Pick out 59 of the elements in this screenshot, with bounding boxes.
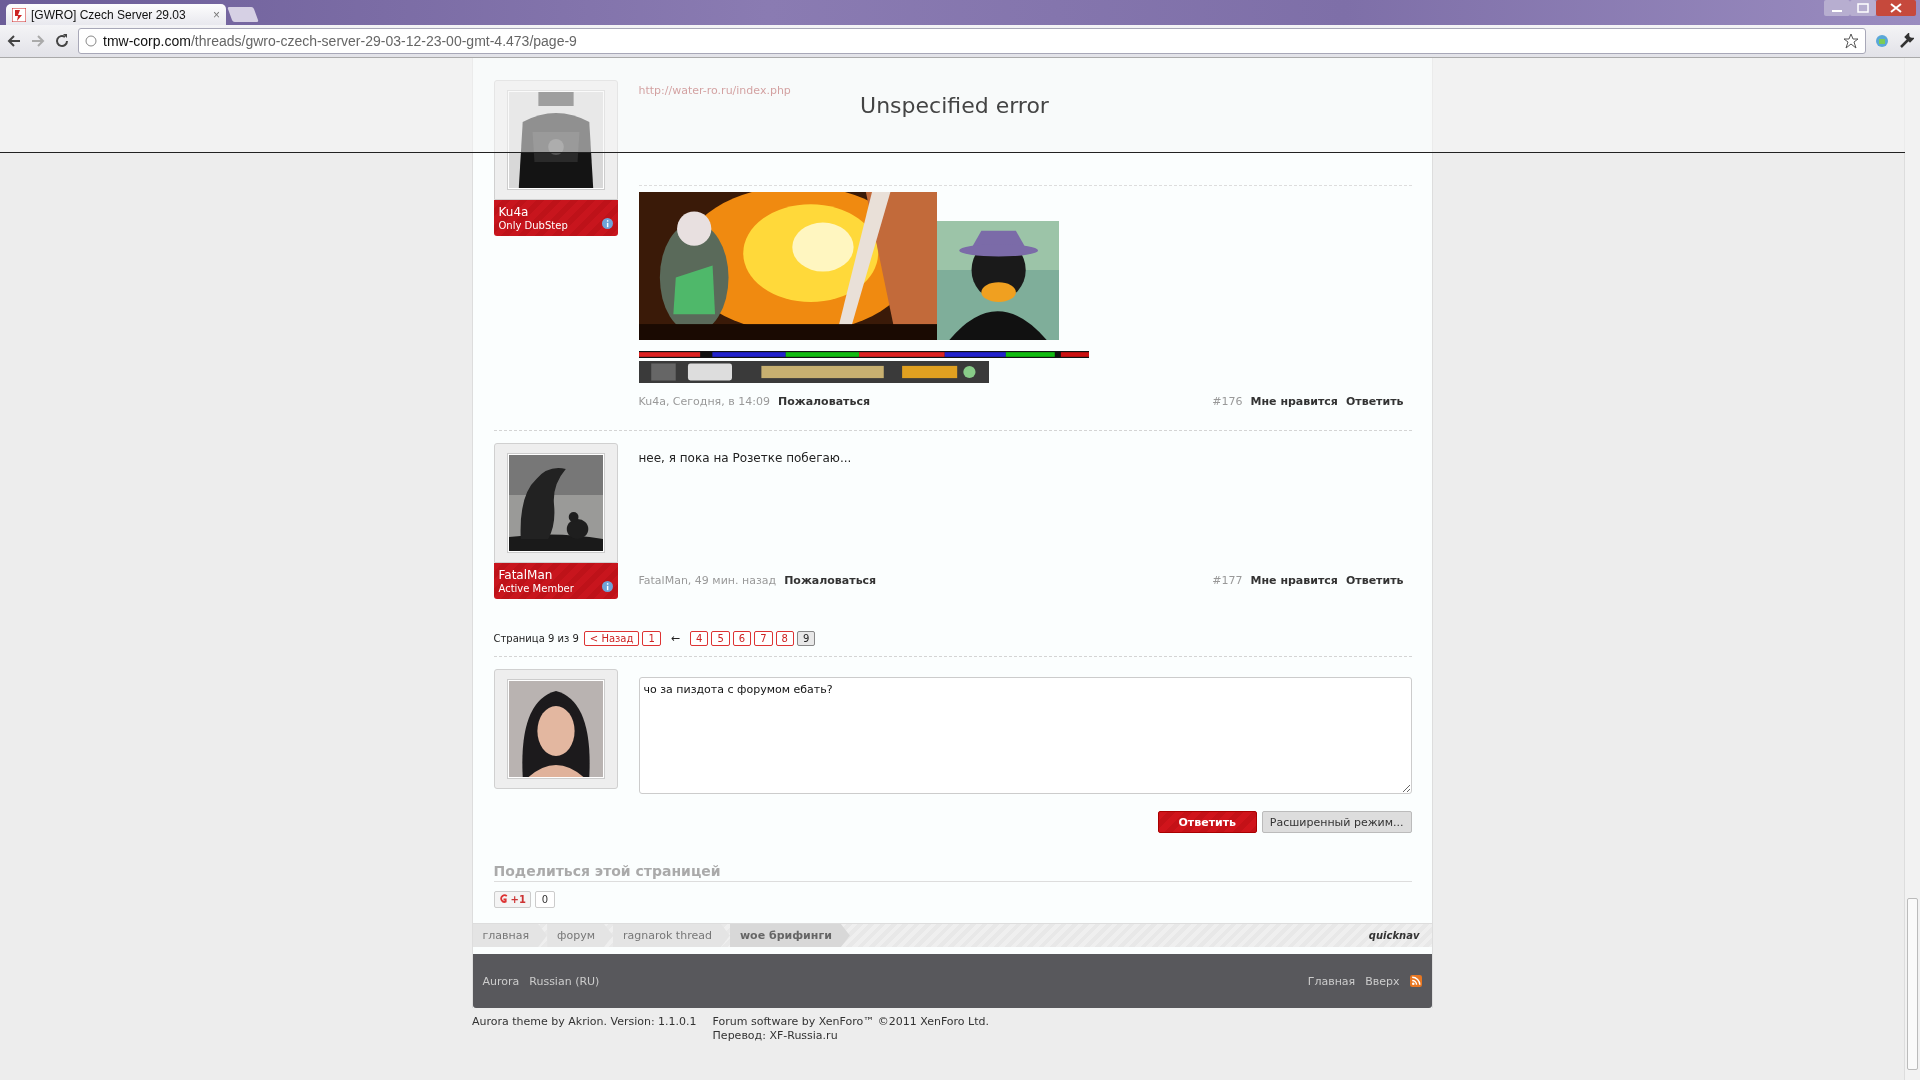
favicon-icon [12, 7, 26, 22]
username[interactable]: FatalMan [498, 568, 553, 582]
tab-close-button[interactable]: × [213, 7, 220, 22]
reply-link[interactable]: Ответить [1345, 574, 1404, 587]
g-logo-icon [498, 894, 508, 905]
star-icon[interactable] [1843, 33, 1859, 49]
page-icon [85, 35, 97, 47]
footer-link[interactable]: Aurora [482, 974, 520, 988]
report-link[interactable]: Пожаловаться [777, 395, 870, 408]
translation-credit: Перевод: XF-Russia.ru [712, 1029, 839, 1042]
scrollbar[interactable] [1904, 58, 1920, 1080]
browser-tab[interactable]: [GWRO] Czech Server 29.03 × [6, 4, 226, 25]
breadcrumb-link[interactable]: главная [472, 924, 548, 947]
user-title: Active Member [498, 583, 574, 594]
advanced-mode-button[interactable]: Расширенный режим... [1261, 811, 1412, 833]
previous-page-link[interactable]: < Назад [583, 631, 640, 646]
page-link[interactable]: 7 [754, 631, 773, 646]
rss-icon[interactable] [1409, 975, 1422, 987]
back-icon[interactable] [6, 33, 22, 49]
post-message: нее, я пока на Розетке побегаю... [638, 451, 853, 465]
footer-link[interactable]: Вверх [1365, 974, 1400, 988]
reply-button[interactable]: Ответить [1157, 811, 1257, 833]
page-count: Страница 9 из 9 [493, 633, 579, 644]
plus-one-count: 0 [534, 891, 556, 908]
share-heading: Поделиться этой страницей [493, 863, 1412, 882]
breadcrumb-link[interactable]: ragnarok thread [613, 924, 730, 947]
error-message: Unspecified error [860, 92, 1049, 118]
page-skip-arrow[interactable]: ← [670, 632, 680, 645]
theme-credit: Aurora theme by Akrion. Version: 1.1.0.1 [472, 1015, 697, 1030]
like-link[interactable]: Мне нравится [1250, 395, 1338, 408]
info-icon[interactable] [601, 581, 613, 592]
post-meta: FatalMan, 49 мин. назад [638, 574, 777, 587]
address-bar[interactable]: tmw-corp.com/threads/gwro-czech-server-29-03-12-23-00-gmt-4.473/page-9 [78, 28, 1866, 54]
page-link[interactable]: 4 [690, 631, 709, 646]
page-link[interactable]: 1 [642, 631, 661, 646]
footer-link[interactable]: Russian (RU) [529, 974, 600, 988]
new-tab-button[interactable] [227, 7, 259, 22]
breadcrumb-link[interactable]: форум [547, 924, 614, 947]
like-link[interactable]: Мне нравится [1250, 574, 1338, 587]
reply-field[interactable]: чо за пиздота с форумом ебать? [638, 677, 1412, 794]
close-icon[interactable] [1876, 0, 1916, 16]
footer-link[interactable]: Главная [1307, 974, 1356, 988]
quicknav-link[interactable]: quicknav [1368, 930, 1420, 941]
page-link[interactable]: 8 [775, 631, 794, 646]
reply-link[interactable]: Ответить [1345, 395, 1404, 408]
user-title: Only DubStep [498, 220, 568, 231]
username[interactable]: Ku4a [498, 205, 529, 219]
post-meta: Ku4a, Сегодня, в 14:09 [638, 395, 770, 408]
page-link[interactable]: 9 [796, 631, 816, 646]
scroll-thumb[interactable] [1907, 898, 1918, 1070]
software-credit: Forum software by XenForo™ ©2011 XenForo Ltd. [712, 1015, 989, 1028]
page-link[interactable]: 5 [711, 631, 730, 646]
reload-icon[interactable] [54, 33, 70, 49]
info-icon[interactable] [601, 218, 613, 229]
page-link[interactable]: 6 [732, 631, 752, 646]
wrench-icon[interactable] [1898, 33, 1914, 49]
breadcrumb-link[interactable]: woe брифинги [729, 924, 850, 947]
plus-one-button[interactable]: +1 [493, 891, 531, 908]
report-link[interactable]: Пожаловаться [784, 574, 877, 587]
